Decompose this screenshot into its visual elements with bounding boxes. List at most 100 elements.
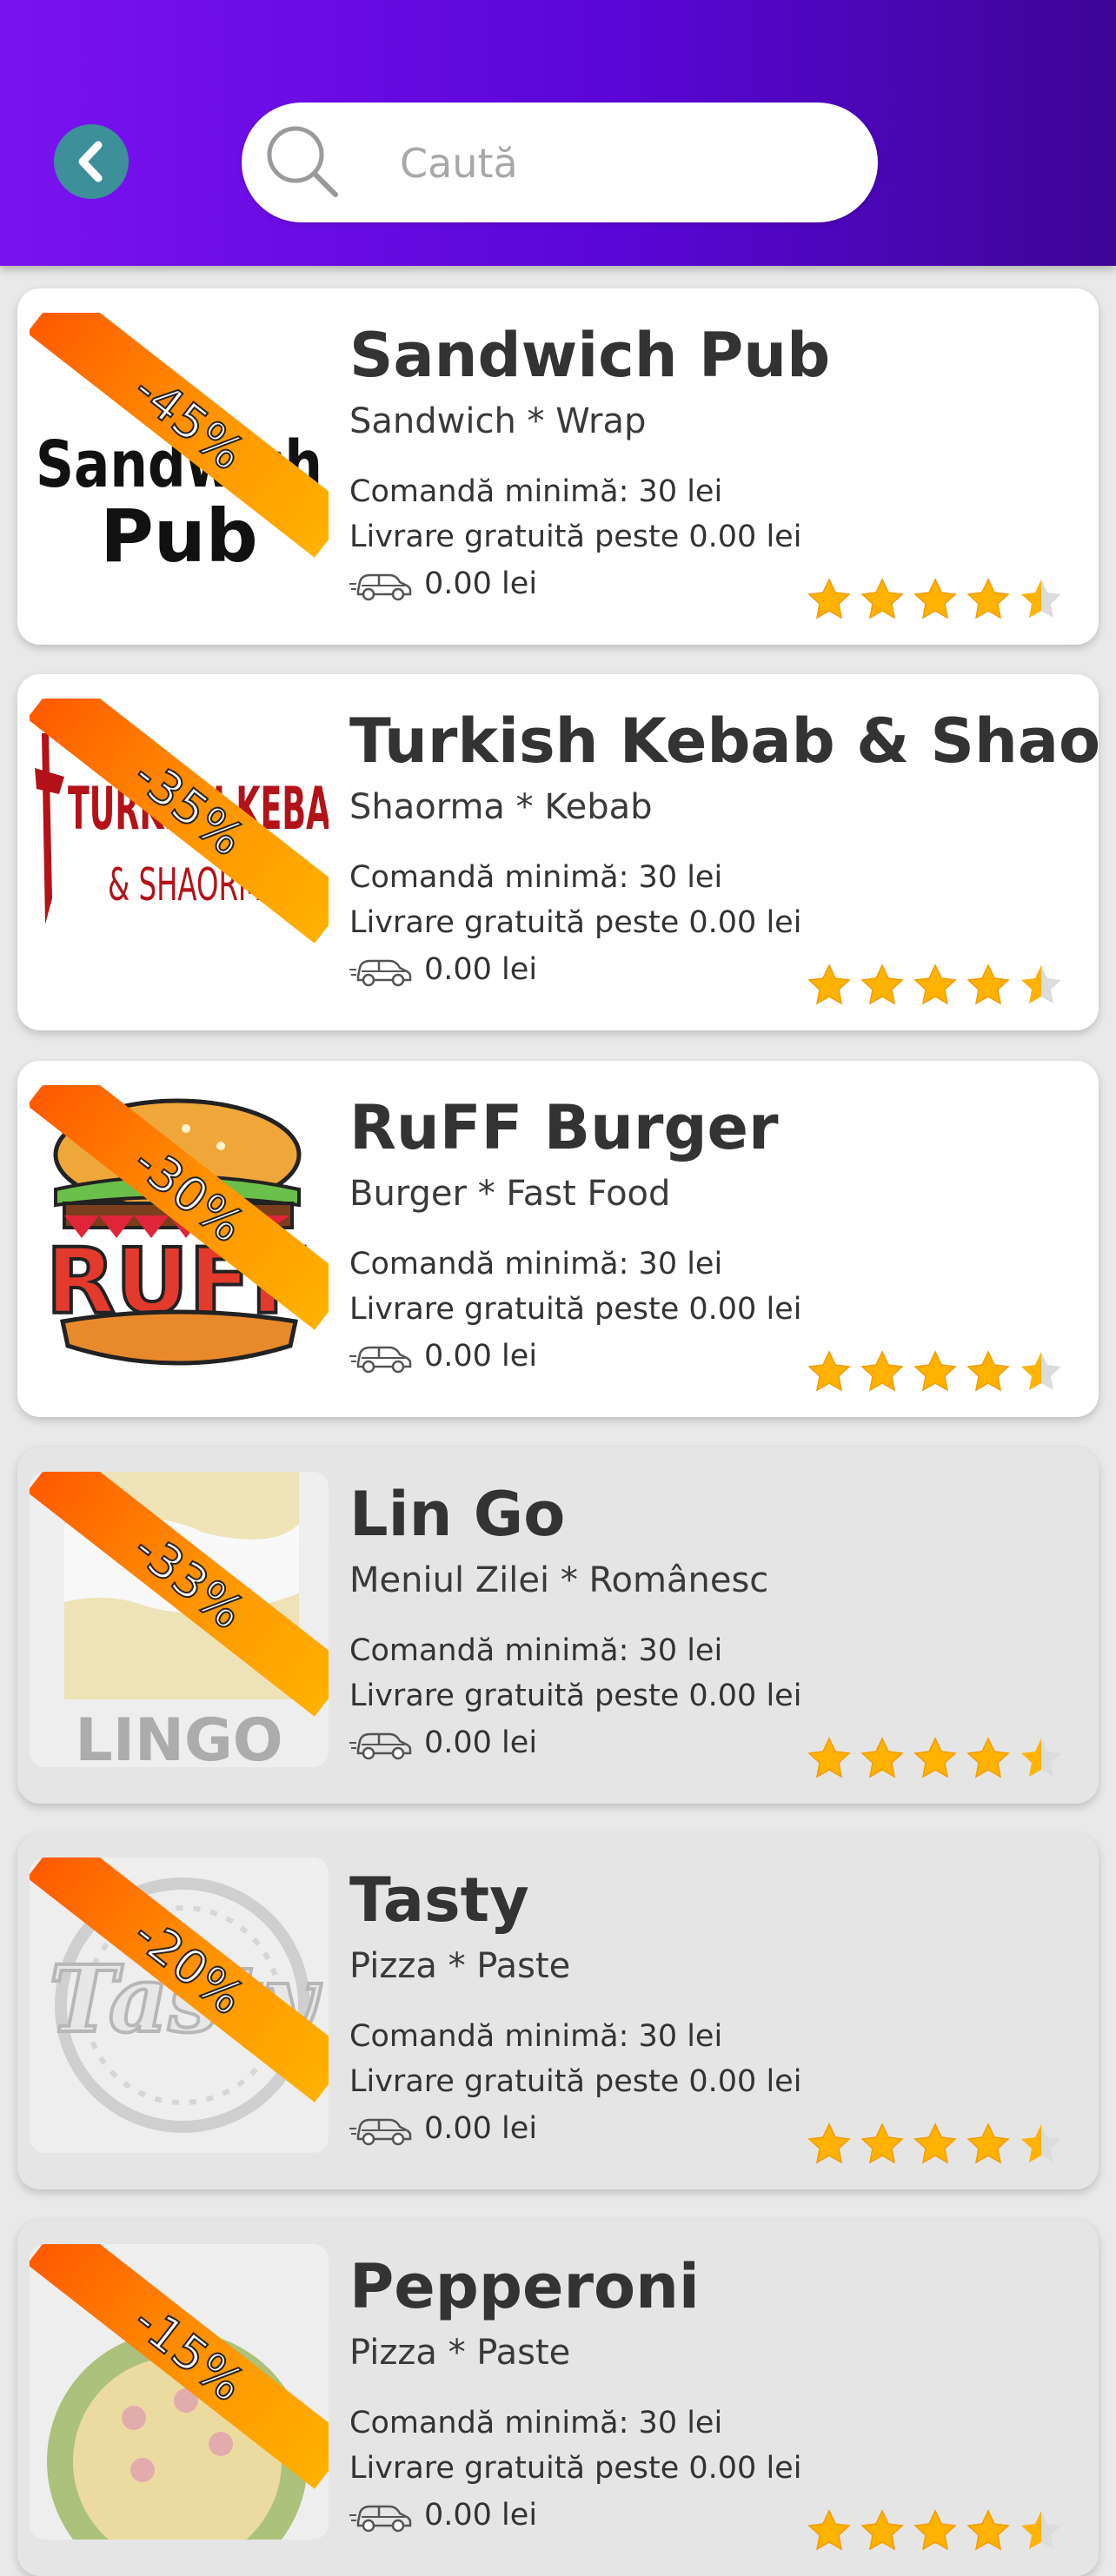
rating-stars — [799, 577, 1064, 626]
restaurant-name: Turkish Kebab & Shaorma — [349, 705, 1099, 777]
minimum-order: Comandă minimă: 30 lei — [349, 1633, 723, 1668]
restaurant-card[interactable]: TURKISH KEBAB & SHAORMA -35% Turkish Keb… — [17, 674, 1099, 1030]
delivery-car-icon — [349, 1732, 412, 1760]
restaurant-name: Pepperoni — [349, 2251, 700, 2322]
star-full-icon — [807, 1737, 851, 1778]
restaurant-card[interactable]: LINGO -33% Lin Go Meniul Zilei * Românes… — [17, 1447, 1099, 1804]
back-button[interactable] — [54, 124, 129, 199]
star-full-icon — [860, 964, 904, 1005]
discount-ribbon: -45% — [30, 313, 329, 608]
chevron-left-icon — [78, 141, 103, 182]
star-full-icon — [967, 2122, 1010, 2164]
discount-label: -15% — [123, 2292, 256, 2414]
restaurant-card[interactable]: Tasty -20% Tasty Pizza * Paste Comandă m… — [17, 1833, 1099, 2189]
star-full-icon — [967, 2509, 1010, 2551]
discount-label: -35% — [123, 746, 256, 868]
delivery-car-icon — [349, 2505, 412, 2533]
delivery-fee: 0.00 lei — [349, 2108, 537, 2149]
discount-ribbon: -20% — [30, 1858, 329, 2153]
star-half-icon — [1021, 2511, 1061, 2549]
star-full-icon — [913, 2509, 957, 2551]
restaurant-name: RuFF Burger — [349, 1092, 779, 1163]
star-full-icon — [807, 2122, 851, 2164]
delivery-fee: 0.00 lei — [349, 563, 537, 605]
delivery-car-icon — [349, 1346, 412, 1374]
rating-stars — [799, 2508, 1064, 2557]
restaurant-name: Tasty — [349, 1864, 529, 1936]
restaurant-categories: Burger * Fast Food — [349, 1174, 671, 1214]
rating-stars — [799, 1349, 1064, 1398]
delivery-fee-value: 0.00 lei — [424, 1339, 538, 1374]
discount-label: -33% — [123, 1520, 256, 1641]
discount-ribbon: -33% — [30, 1472, 329, 1767]
restaurant-name: Sandwich Pub — [349, 320, 831, 391]
top-bar — [0, 0, 1116, 266]
delivery-fee-value: 0.00 lei — [424, 1725, 538, 1760]
restaurant-card[interactable]: Sandwich Pub -45% Sandwich Pub Sandwich … — [17, 288, 1099, 645]
star-full-icon — [913, 2122, 957, 2164]
star-full-icon — [860, 1737, 904, 1778]
star-full-icon — [860, 2122, 904, 2164]
minimum-order: Comandă minimă: 30 lei — [349, 2406, 723, 2440]
delivery-car-icon — [349, 2118, 412, 2146]
star-half-icon — [1021, 579, 1061, 618]
restaurant-categories: Meniul Zilei * Românesc — [349, 1560, 769, 1600]
restaurant-name: Lin Go — [349, 1479, 566, 1550]
restaurant-card[interactable]: -15% Pepperoni Pizza * Paste Comandă min… — [17, 2220, 1099, 2576]
discount-label: -20% — [123, 1905, 256, 2027]
search-input[interactable] — [398, 129, 854, 198]
free-delivery-threshold: Livrare gratuită peste 0.00 lei — [349, 520, 802, 554]
restaurant-card[interactable]: RUFF -30% RuFF Burger Burger * Fast Food… — [17, 1061, 1099, 1417]
search-icon — [267, 126, 338, 197]
star-full-icon — [860, 2509, 904, 2551]
minimum-order: Comandă minimă: 30 lei — [349, 860, 723, 895]
delivery-car-icon — [349, 573, 412, 601]
free-delivery-threshold: Livrare gratuită peste 0.00 lei — [349, 2064, 802, 2099]
discount-label: -30% — [123, 1133, 256, 1255]
free-delivery-threshold: Livrare gratuită peste 0.00 lei — [349, 1679, 802, 1713]
star-full-icon — [913, 578, 957, 619]
delivery-fee: 0.00 lei — [349, 2494, 537, 2536]
search-bar[interactable] — [242, 103, 878, 222]
restaurant-categories: Pizza * Paste — [349, 1946, 571, 1986]
minimum-order: Comandă minimă: 30 lei — [349, 1247, 723, 1281]
restaurant-categories: Sandwich * Wrap — [349, 401, 647, 441]
delivery-fee-value: 0.00 lei — [424, 2498, 538, 2533]
discount-ribbon: -30% — [30, 1085, 329, 1381]
star-full-icon — [967, 964, 1010, 1005]
star-full-icon — [913, 1737, 957, 1778]
delivery-fee: 0.00 lei — [349, 949, 537, 990]
star-full-icon — [860, 578, 904, 619]
delivery-fee: 0.00 lei — [349, 1722, 537, 1764]
discount-label: -45% — [123, 361, 256, 482]
delivery-fee-value: 0.00 lei — [424, 952, 538, 987]
star-full-icon — [807, 2509, 851, 2551]
star-full-icon — [807, 578, 851, 619]
free-delivery-threshold: Livrare gratuită peste 0.00 lei — [349, 2451, 802, 2486]
delivery-fee: 0.00 lei — [349, 1335, 537, 1377]
star-half-icon — [1021, 1352, 1061, 1390]
star-full-icon — [807, 964, 851, 1005]
star-half-icon — [1021, 965, 1061, 1003]
star-half-icon — [1021, 2124, 1061, 2162]
rating-stars — [799, 1736, 1064, 1785]
star-full-icon — [967, 1350, 1010, 1392]
minimum-order: Comandă minimă: 30 lei — [349, 2019, 723, 2054]
delivery-car-icon — [349, 959, 412, 987]
discount-ribbon: -35% — [30, 699, 329, 994]
rating-stars — [799, 963, 1064, 1011]
star-full-icon — [967, 578, 1010, 619]
star-full-icon — [913, 964, 957, 1005]
free-delivery-threshold: Livrare gratuită peste 0.00 lei — [349, 905, 802, 940]
discount-ribbon: -15% — [30, 2244, 329, 2540]
star-half-icon — [1021, 1738, 1061, 1777]
delivery-fee-value: 0.00 lei — [424, 566, 538, 601]
restaurant-categories: Shaorma * Kebab — [349, 787, 653, 827]
star-full-icon — [967, 1737, 1010, 1778]
delivery-fee-value: 0.00 lei — [424, 2111, 538, 2146]
star-full-icon — [807, 1350, 851, 1392]
star-full-icon — [913, 1350, 957, 1392]
free-delivery-threshold: Livrare gratuită peste 0.00 lei — [349, 1292, 802, 1327]
restaurant-categories: Pizza * Paste — [349, 2333, 571, 2373]
rating-stars — [799, 2122, 1064, 2170]
